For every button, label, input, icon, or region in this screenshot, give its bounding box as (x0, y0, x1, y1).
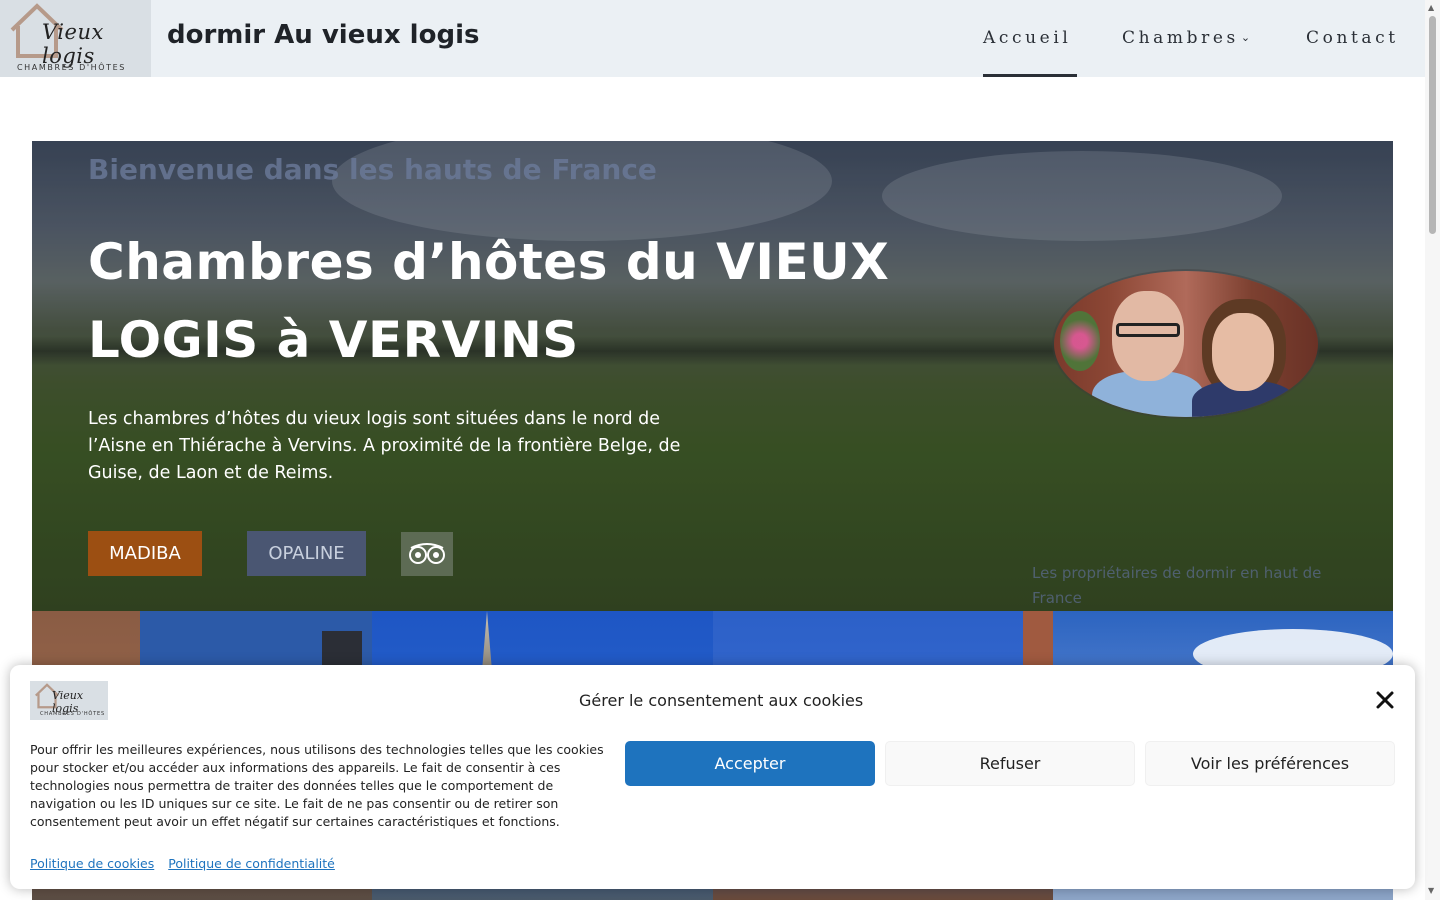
scrollbar-thumb[interactable] (1429, 16, 1436, 234)
scroll-down-arrow-icon[interactable]: ▼ (1428, 886, 1434, 895)
cookie-consent-banner: Vieux logis CHAMBRES D'HÔTES Gérer le co… (10, 665, 1415, 889)
cookie-preferences-button[interactable]: Voir les préférences (1145, 741, 1395, 786)
accept-cookies-button[interactable]: Accepter (625, 741, 875, 786)
nav-item-chambres[interactable]: Chambres ⌄ (1122, 28, 1254, 48)
site-header: Vieux logis CHAMBRES D'HÔTES dormir Au v… (0, 0, 1425, 77)
owners-photo-caption: Les propriétaires de dormir en haut de F… (1032, 564, 1322, 607)
photo-person (1212, 313, 1274, 391)
owners-photo (1054, 271, 1318, 417)
nav-item-accueil[interactable]: Accueil (983, 28, 1071, 48)
hero-section: Bienvenue dans les hauts de France Chamb… (32, 141, 1393, 611)
cookie-policy-link[interactable]: Politique de cookies (30, 856, 154, 871)
cookie-banner-text: Pour offrir les meilleures expériences, … (30, 742, 604, 829)
cookie-banner-title: Gérer le consentement aux cookies (579, 691, 864, 710)
nav-item-contact[interactable]: Contact (1306, 28, 1399, 48)
gallery-tower (1023, 611, 1053, 671)
logo-subtitle: CHAMBRES D'HÔTES (17, 63, 126, 72)
gallery-spire (482, 611, 492, 671)
nav-item-chambres-label: Chambres (1122, 28, 1239, 48)
hero-description: Les chambres d’hôtes du vieux logis sont… (88, 409, 681, 483)
cookie-banner-logo: Vieux logis CHAMBRES D'HÔTES (30, 681, 108, 720)
hero-welcome-heading: Bienvenue dans les hauts de France (88, 153, 657, 186)
photo-glasses (1116, 323, 1180, 337)
cookie-logo-subtitle: CHAMBRES D'HÔTES (40, 711, 105, 717)
hero-title: Chambres d’hôtes du VIEUX LOGIS à VERVIN… (88, 233, 890, 369)
opaline-button[interactable]: OPALINE (247, 531, 366, 576)
page-scrollbar[interactable]: ▲ ▼ (1425, 0, 1440, 900)
site-logo[interactable]: Vieux logis CHAMBRES D'HÔTES (0, 0, 151, 77)
privacy-policy-link[interactable]: Politique de confidentialité (168, 856, 335, 871)
chevron-down-icon: ⌄ (1240, 31, 1254, 44)
madiba-button[interactable]: MADIBA (88, 531, 202, 576)
site-title[interactable]: dormir Au vieux logis (167, 20, 479, 50)
tripadvisor-button[interactable] (401, 532, 453, 576)
active-nav-indicator (983, 74, 1077, 77)
tripadvisor-icon (409, 543, 445, 564)
cookie-policy-links: Politique de cookies Politique de confid… (30, 856, 345, 871)
scroll-up-arrow-icon[interactable]: ▲ (1428, 3, 1434, 12)
logo-script-text: Vieux logis (42, 20, 104, 68)
close-icon[interactable] (1374, 689, 1396, 711)
photo-flowers (1060, 311, 1100, 371)
refuse-cookies-button[interactable]: Refuser (885, 741, 1135, 786)
